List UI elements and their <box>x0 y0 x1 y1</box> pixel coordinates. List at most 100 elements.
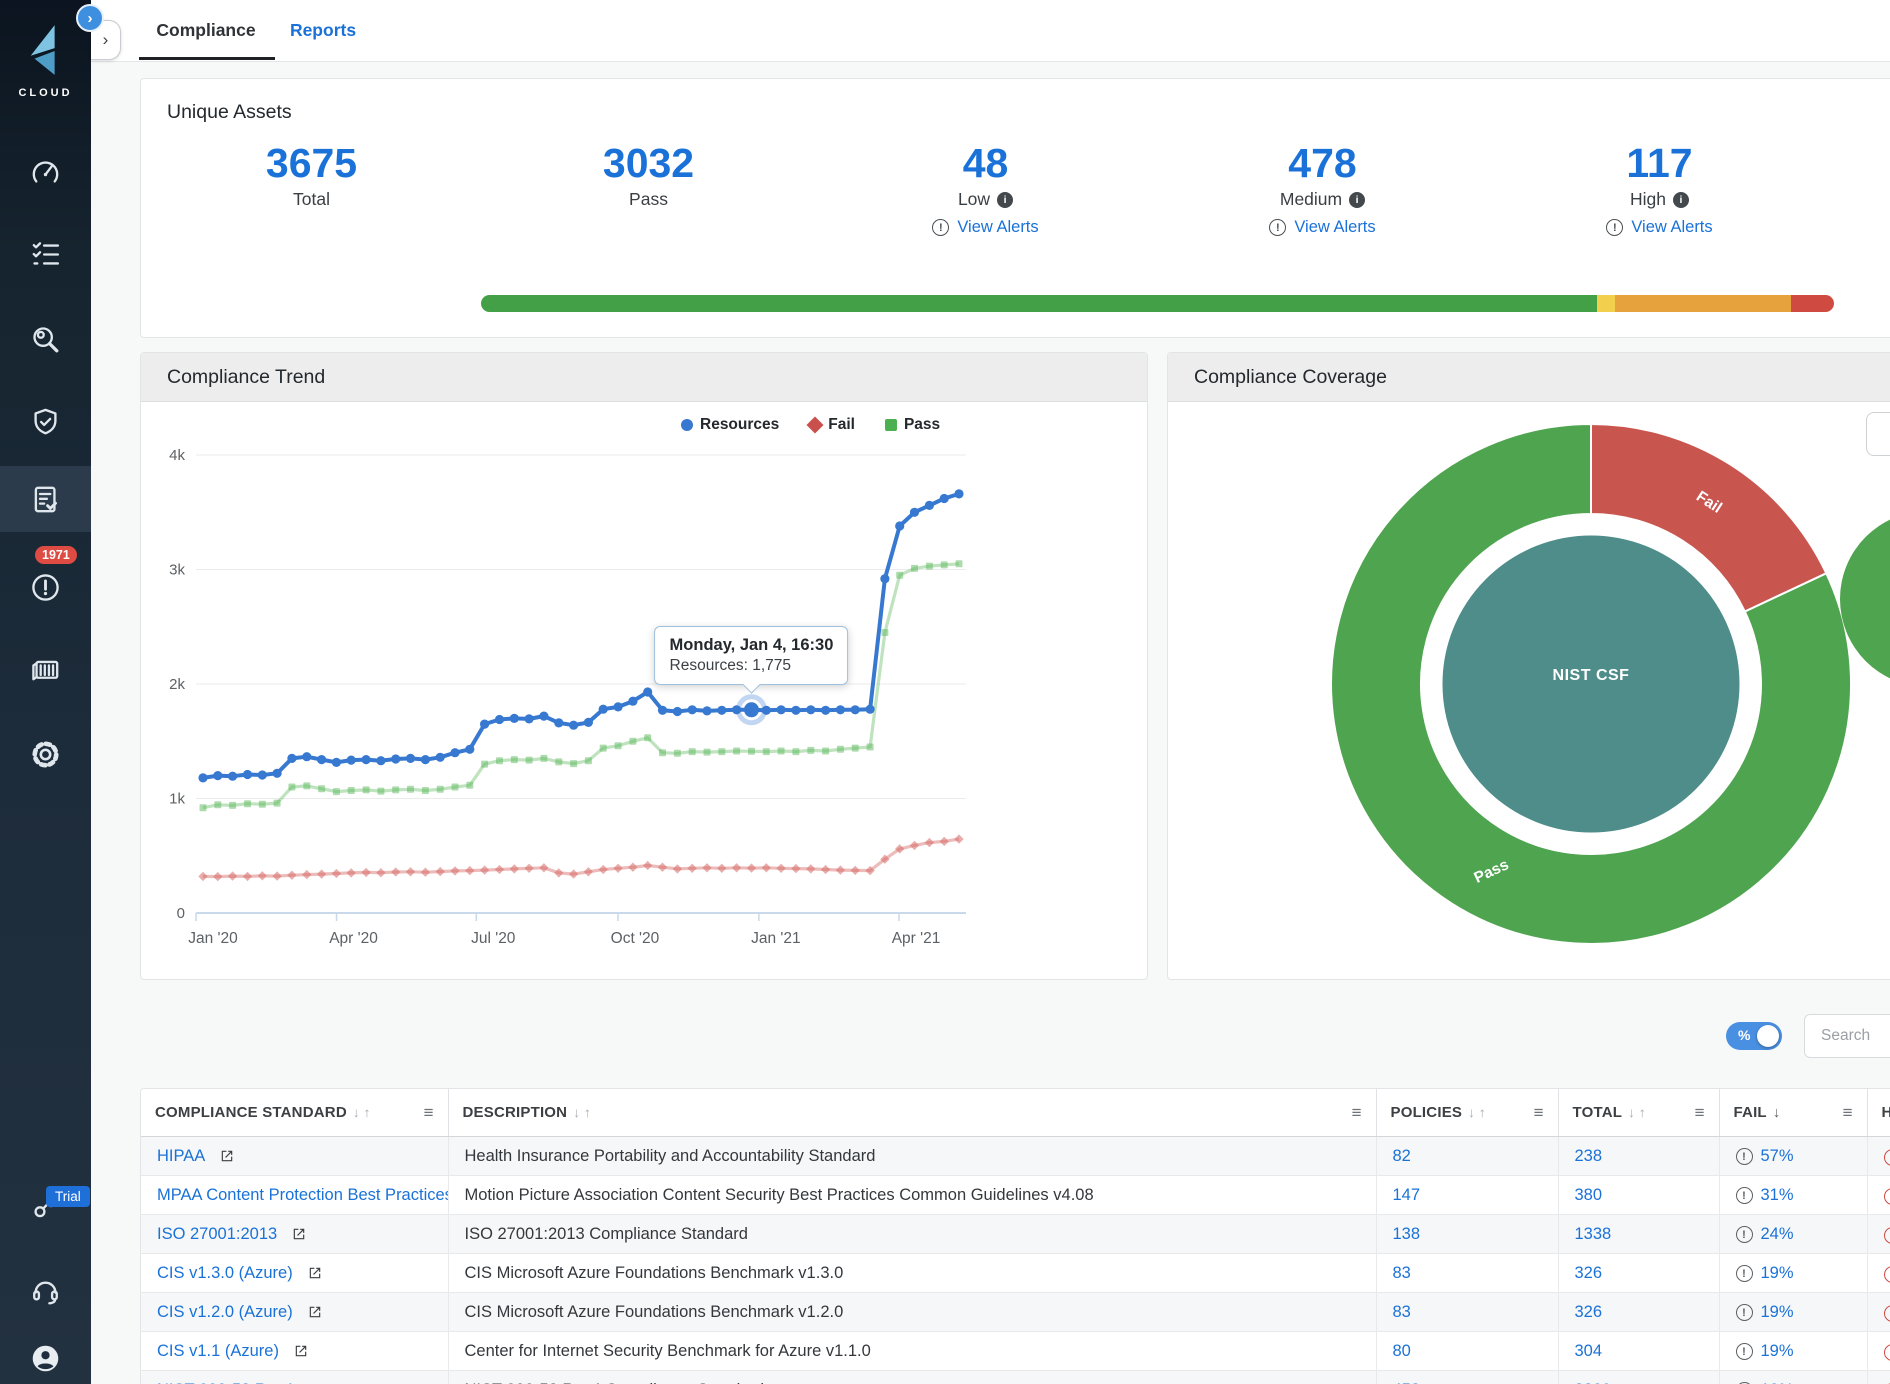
total-count-link[interactable]: 1338 <box>1575 1225 1612 1243</box>
standard-link[interactable]: MPAA Content Protection Best Practices <box>157 1186 448 1205</box>
fail-alert-icon: ! <box>1736 1187 1753 1204</box>
svg-text:Apr '21: Apr '21 <box>892 930 941 947</box>
sidebar-item-profile[interactable] <box>0 1338 91 1378</box>
standard-link[interactable]: ISO 27001:2013 <box>157 1225 277 1244</box>
compliance-table: COMPLIANCE STANDARD↓↑≡DESCRIPTION↓↑≡POLI… <box>141 1089 1890 1384</box>
sort-down-icon[interactable]: ↓ <box>1468 1105 1475 1120</box>
sort-desc-icon[interactable]: ↓ <box>1773 1105 1780 1121</box>
clipboard-check-icon <box>29 483 62 516</box>
fail-percent: 19% <box>1761 1264 1794 1283</box>
column-menu-icon[interactable]: ≡ <box>1534 1103 1544 1123</box>
expand-circle-icon[interactable]: › <box>76 4 104 32</box>
sidebar-item-compliance[interactable] <box>0 466 91 532</box>
column-menu-icon[interactable]: ≡ <box>1695 1103 1705 1123</box>
legend-item-fail[interactable]: Fail <box>809 416 855 434</box>
fail-percent: 19% <box>1761 1303 1794 1322</box>
column-header[interactable]: HIGH <box>1867 1089 1890 1137</box>
svg-text:Jan '21: Jan '21 <box>751 930 801 947</box>
cut-off-button[interactable] <box>1866 412 1890 456</box>
stat-value: 3032 <box>480 141 817 186</box>
sort-up-icon[interactable]: ↑ <box>364 1105 371 1120</box>
svg-text:Jan '20: Jan '20 <box>188 930 238 947</box>
stat-label: Pass <box>629 189 668 210</box>
sort-down-icon[interactable]: ↓ <box>573 1105 580 1120</box>
tab-compliance[interactable]: Compliance <box>150 0 262 61</box>
view-alerts-link[interactable]: View Alerts <box>1631 218 1712 237</box>
search-input[interactable] <box>1819 1026 1890 1046</box>
info-icon[interactable]: i <box>1349 192 1365 208</box>
sidebar-item-alerts[interactable] <box>0 567 91 607</box>
active-tab-underline <box>139 57 275 60</box>
legend-item-pass[interactable]: Pass <box>885 416 940 434</box>
fail-percent: 19% <box>1761 1342 1794 1361</box>
standard-link[interactable]: CIS v1.2.0 (Azure) <box>157 1303 293 1322</box>
policies-count-link[interactable]: 147 <box>1393 1186 1421 1204</box>
sort-up-icon[interactable]: ↑ <box>1639 1105 1646 1120</box>
column-header[interactable]: COMPLIANCE STANDARD↓↑≡ <box>141 1089 448 1137</box>
policies-count-link[interactable]: 453 <box>1393 1381 1421 1384</box>
headset-icon <box>29 1274 62 1307</box>
svg-text:1k: 1k <box>169 791 185 808</box>
standard-link[interactable]: CIS v1.1 (Azure) <box>157 1342 279 1361</box>
total-count-link[interactable]: 380 <box>1575 1186 1603 1204</box>
standard-link[interactable]: NIST 800-53 Rev4 <box>157 1381 293 1384</box>
column-header[interactable]: TOTAL↓↑≡ <box>1558 1089 1719 1137</box>
column-menu-icon[interactable]: ≡ <box>1352 1103 1362 1123</box>
sidebar-item-settings[interactable] <box>0 734 91 774</box>
high-alert-icon: ! <box>1884 1266 1890 1283</box>
column-menu-icon[interactable]: ≡ <box>1843 1103 1853 1123</box>
high-alert-icon: ! <box>1884 1149 1890 1166</box>
coverage-panel-title: Compliance Coverage <box>1168 353 1890 402</box>
total-count-link[interactable]: 238 <box>1575 1147 1603 1165</box>
column-header[interactable]: POLICIES↓↑≡ <box>1376 1089 1558 1137</box>
policies-count-link[interactable]: 138 <box>1393 1225 1421 1243</box>
column-header[interactable]: FAIL↓≡ <box>1719 1089 1867 1137</box>
legend-diamond-marker <box>807 417 824 434</box>
alert-circle-icon: ! <box>1606 219 1623 236</box>
column-menu-icon[interactable]: ≡ <box>424 1103 434 1123</box>
total-count-link[interactable]: 3309 <box>1575 1381 1612 1384</box>
sidebar-item-policies[interactable] <box>0 234 91 274</box>
svg-text:Jul '20: Jul '20 <box>471 930 516 947</box>
sort-up-icon[interactable]: ↑ <box>1479 1105 1486 1120</box>
sort-up-icon[interactable]: ↑ <box>584 1105 591 1120</box>
total-count-link[interactable]: 326 <box>1575 1264 1603 1282</box>
view-alerts-link[interactable]: View Alerts <box>957 218 1038 237</box>
legend-square-marker <box>885 419 897 431</box>
standard-link[interactable]: CIS v1.3.0 (Azure) <box>157 1264 293 1283</box>
fail-percent: 57% <box>1761 1147 1794 1166</box>
tab-reports[interactable]: Reports <box>288 0 358 61</box>
progress-segment-high <box>1791 295 1834 312</box>
stat-label: Medium <box>1280 189 1342 210</box>
policies-count-link[interactable]: 80 <box>1393 1342 1411 1360</box>
search-box <box>1804 1014 1890 1058</box>
stat-value: 3675 <box>143 141 480 186</box>
checklist-icon <box>29 238 62 271</box>
sort-down-icon[interactable]: ↓ <box>353 1105 360 1120</box>
policies-count-link[interactable]: 82 <box>1393 1147 1411 1165</box>
person-icon <box>29 1342 62 1375</box>
view-alerts-link[interactable]: View Alerts <box>1294 218 1375 237</box>
high-alert-icon: ! <box>1884 1305 1890 1322</box>
legend-item-resources[interactable]: Resources <box>681 416 779 434</box>
sidebar-item-dashboard[interactable] <box>0 152 91 192</box>
sidebar-item-investigate[interactable] <box>0 319 91 359</box>
progress-segment-medium <box>1615 295 1791 312</box>
sidebar-item-governance[interactable] <box>0 402 91 442</box>
total-count-link[interactable]: 304 <box>1575 1342 1603 1360</box>
standard-description: ISO 27001:2013 Compliance Standard <box>448 1215 1376 1254</box>
column-header[interactable]: DESCRIPTION↓↑≡ <box>448 1089 1376 1137</box>
search-icon <box>29 323 62 356</box>
fail-alert-icon: ! <box>1736 1265 1753 1282</box>
table-row: MPAA Content Protection Best Practices M… <box>141 1176 1890 1215</box>
percent-toggle[interactable]: % <box>1726 1022 1782 1050</box>
sidebar-item-compute[interactable] <box>0 649 91 689</box>
sort-down-icon[interactable]: ↓ <box>1628 1105 1635 1120</box>
standard-link[interactable]: HIPAA <box>157 1147 205 1166</box>
info-icon[interactable]: i <box>1673 192 1689 208</box>
total-count-link[interactable]: 326 <box>1575 1303 1603 1321</box>
sidebar-item-support[interactable] <box>0 1270 91 1310</box>
policies-count-link[interactable]: 83 <box>1393 1303 1411 1321</box>
policies-count-link[interactable]: 83 <box>1393 1264 1411 1282</box>
info-icon[interactable]: i <box>997 192 1013 208</box>
